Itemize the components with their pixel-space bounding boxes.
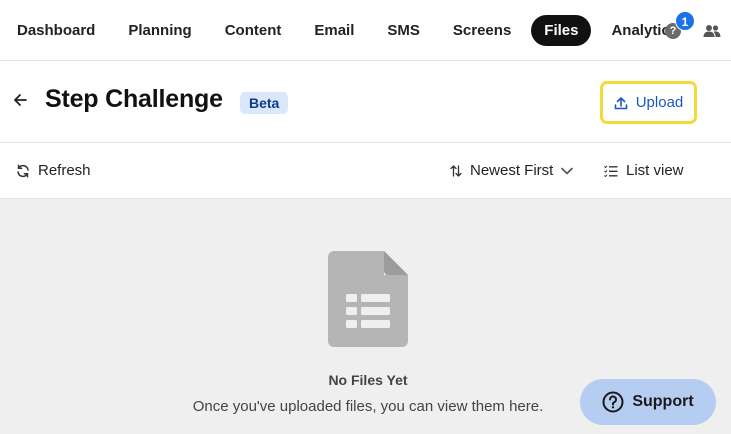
notification-badge: 1 xyxy=(675,10,695,31)
list-view-label: List view xyxy=(626,162,684,179)
nav-item-screens[interactable]: Screens xyxy=(440,15,524,46)
upload-button[interactable]: Upload xyxy=(600,81,697,124)
page-header: Step Challenge Beta Upload xyxy=(0,61,731,143)
page-title: Step Challenge xyxy=(45,85,223,113)
nav-item-content[interactable]: Content xyxy=(212,15,295,46)
question-circle-icon xyxy=(602,391,624,413)
beta-badge: Beta xyxy=(240,92,289,114)
document-icon xyxy=(328,251,408,347)
list-view-toggle[interactable]: List view xyxy=(604,162,684,179)
upload-icon xyxy=(614,96,628,110)
nav-item-files[interactable]: Files xyxy=(531,14,592,46)
support-button[interactable]: Support xyxy=(580,379,716,425)
nav-item-sms[interactable]: SMS xyxy=(374,15,433,46)
nav-icons: ? 1 xyxy=(663,0,731,61)
top-nav: Dashboard Planning Content Email SMS Scr… xyxy=(0,0,731,61)
nav-item-dashboard[interactable]: Dashboard xyxy=(4,15,108,46)
help-button[interactable]: ? 1 xyxy=(663,10,695,41)
files-toolbar: Refresh Newest First List view xyxy=(0,143,731,199)
refresh-icon xyxy=(16,163,30,178)
support-label: Support xyxy=(632,393,694,410)
nav-item-planning[interactable]: Planning xyxy=(115,15,204,46)
chevron-down-icon xyxy=(561,167,574,175)
list-icon xyxy=(604,164,618,177)
refresh-label: Refresh xyxy=(38,162,91,179)
sort-icon xyxy=(450,164,462,178)
upload-label: Upload xyxy=(635,94,684,111)
nav-item-email[interactable]: Email xyxy=(301,15,367,46)
sort-dropdown[interactable]: Newest First xyxy=(450,162,574,179)
people-icon[interactable] xyxy=(703,21,723,41)
arrow-left-icon[interactable] xyxy=(12,92,30,110)
sort-label: Newest First xyxy=(470,162,554,179)
refresh-button[interactable]: Refresh xyxy=(16,162,91,179)
